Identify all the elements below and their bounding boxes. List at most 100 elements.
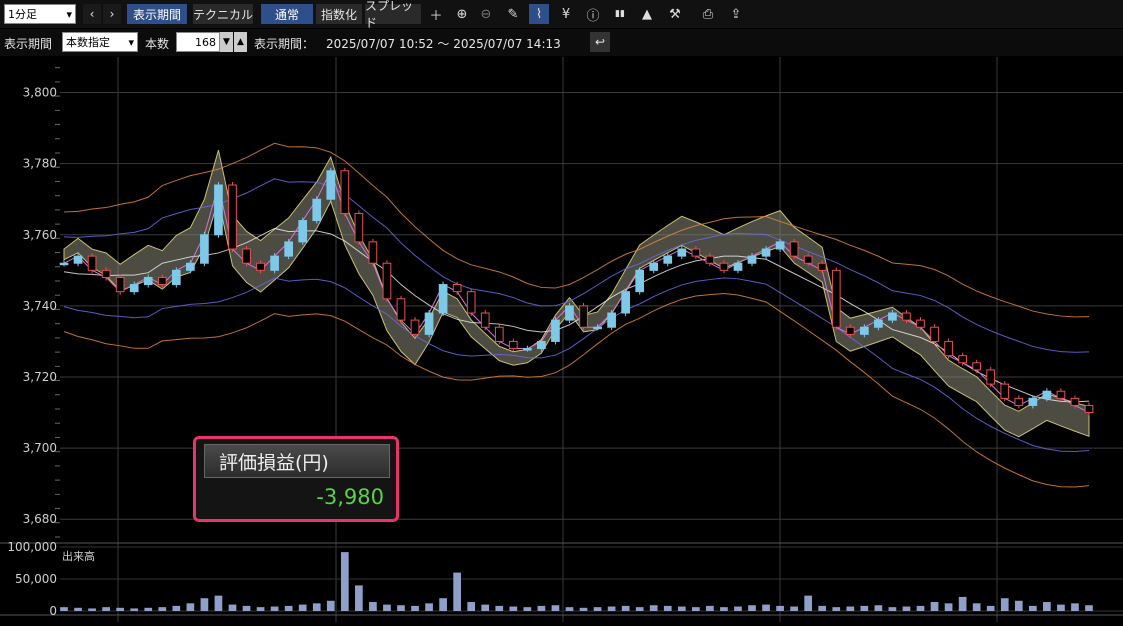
crosshair-icon[interactable]: ＋ (426, 4, 446, 24)
price-candles (59, 167, 1094, 416)
tab-period[interactable]: 表示期間 (127, 4, 187, 24)
print-icon[interactable]: ⎙ (698, 4, 718, 24)
candle-body (298, 220, 308, 243)
volume-bar (649, 605, 658, 611)
index-button[interactable]: 指数化 (316, 4, 362, 24)
period-mode-label: 本数指定 (66, 36, 110, 49)
volume-bar (565, 607, 574, 611)
volume-bar (706, 605, 714, 611)
volume-bar (326, 600, 335, 611)
volume-bar (692, 607, 700, 611)
count-down-button[interactable]: ▼ (220, 32, 233, 52)
candle-body (663, 255, 673, 264)
price-tick-label: 3,780 (23, 157, 57, 171)
volume-bar (930, 602, 939, 611)
volume-tick-label: 50,000 (15, 572, 57, 586)
next-button[interactable]: › (103, 4, 121, 24)
candle-body (354, 212, 364, 243)
spread-button[interactable]: スプレッド (365, 0, 421, 30)
volume-label: 出来高 (62, 549, 95, 563)
candle-body (747, 255, 757, 264)
candle-body (831, 269, 841, 328)
pnl-value: -3,980 (316, 485, 384, 509)
volume-bar (186, 603, 195, 611)
candle-body (958, 355, 967, 364)
candle-body (1000, 383, 1010, 399)
candle-body (888, 312, 897, 321)
volume-bar (397, 605, 405, 611)
range-value: 2025/07/07 10:52 〜 2025/07/07 14:13 (326, 37, 561, 51)
candle-body (1070, 397, 1080, 406)
candle-body (1028, 397, 1038, 406)
prev-button[interactable]: ‹ (83, 4, 101, 24)
price-axis: 3,800 3,780 3,760 3,740 3,720 3,700 3,680 (23, 67, 60, 538)
count-input[interactable]: 168 (176, 32, 220, 52)
candle-body (986, 369, 996, 385)
volume-bar (74, 607, 82, 611)
candle-body (396, 298, 406, 321)
candle-body (256, 262, 265, 271)
trend-icon[interactable]: ⌇ (529, 4, 549, 24)
candle-body (284, 241, 294, 257)
candle-body (649, 262, 659, 271)
wrench-icon[interactable]: ⚒ (665, 4, 685, 24)
zoom-in-icon[interactable]: ⊕ (452, 4, 472, 24)
candle-body (523, 348, 532, 351)
period-toolbar: 表示期間 本数指定 ▾ 本数 168 ▼ ▲ 表示期間： 2025/07/07 … (0, 29, 1123, 56)
volume-bar (677, 606, 686, 611)
candle-body (579, 305, 588, 328)
candle-body (59, 262, 69, 266)
interval-select[interactable]: 1分足 ▾ (4, 4, 76, 24)
volume-bar (411, 605, 419, 611)
volume-bar (593, 607, 602, 611)
candle-body (214, 184, 223, 236)
volume-bar (116, 607, 125, 611)
volume-bar (1028, 605, 1037, 611)
volume-bar (495, 605, 504, 611)
volume-bar (537, 605, 546, 611)
chart-grid (60, 57, 1123, 622)
reset-button[interactable]: ↩ (590, 32, 610, 52)
yen-icon[interactable]: ¥ (556, 4, 576, 24)
volume-bar (1071, 603, 1079, 611)
volume-bar (986, 605, 995, 611)
pencil-icon[interactable]: ✎ (503, 4, 523, 24)
candle-body (382, 262, 392, 300)
area-chart-icon[interactable]: ▲ (637, 4, 657, 24)
volume-bar (439, 598, 447, 611)
export-icon[interactable]: ⇪ (726, 4, 746, 24)
price-tick-label: 3,700 (23, 441, 57, 455)
candle-body (972, 362, 982, 371)
volume-bar (453, 572, 461, 611)
candle-body (1014, 397, 1024, 406)
candle-body (466, 291, 476, 314)
candle-body (593, 326, 602, 330)
volume-bar (832, 607, 841, 611)
range-label: 表示期間： (254, 37, 315, 51)
pnl-title: 評価損益(円) (204, 444, 390, 478)
candle-body (368, 241, 378, 264)
period-mode-select[interactable]: 本数指定 ▾ (62, 32, 138, 52)
price-chart[interactable]: 3,800 3,780 3,760 3,740 3,720 3,700 3,680 100,… (0, 57, 1123, 626)
zoom-out-icon[interactable]: ⊖ (476, 4, 496, 24)
price-tick-label: 3,740 (23, 299, 57, 313)
candle-body (157, 276, 167, 286)
volume-bar (635, 607, 644, 611)
candle-body (186, 262, 195, 271)
normal-button[interactable]: 通常 (261, 4, 313, 24)
period-label: 表示期間 (4, 37, 53, 51)
tab-technical[interactable]: テクニカル (193, 4, 253, 24)
my-indicator-icon[interactable]: ▮▮ (610, 4, 630, 24)
volume-bar (579, 607, 588, 611)
price-tick-label: 3,680 (23, 512, 57, 526)
volume-bar (383, 604, 391, 611)
candle-body (101, 269, 111, 278)
volume-bar (284, 605, 293, 611)
info-icon[interactable]: ⓘ (583, 4, 603, 24)
candle-body (930, 326, 939, 342)
volume-bar (214, 595, 223, 611)
volume-bar (958, 596, 967, 611)
count-up-button[interactable]: ▲ (234, 32, 247, 52)
candle-body (817, 262, 827, 271)
candle-body (691, 248, 701, 257)
